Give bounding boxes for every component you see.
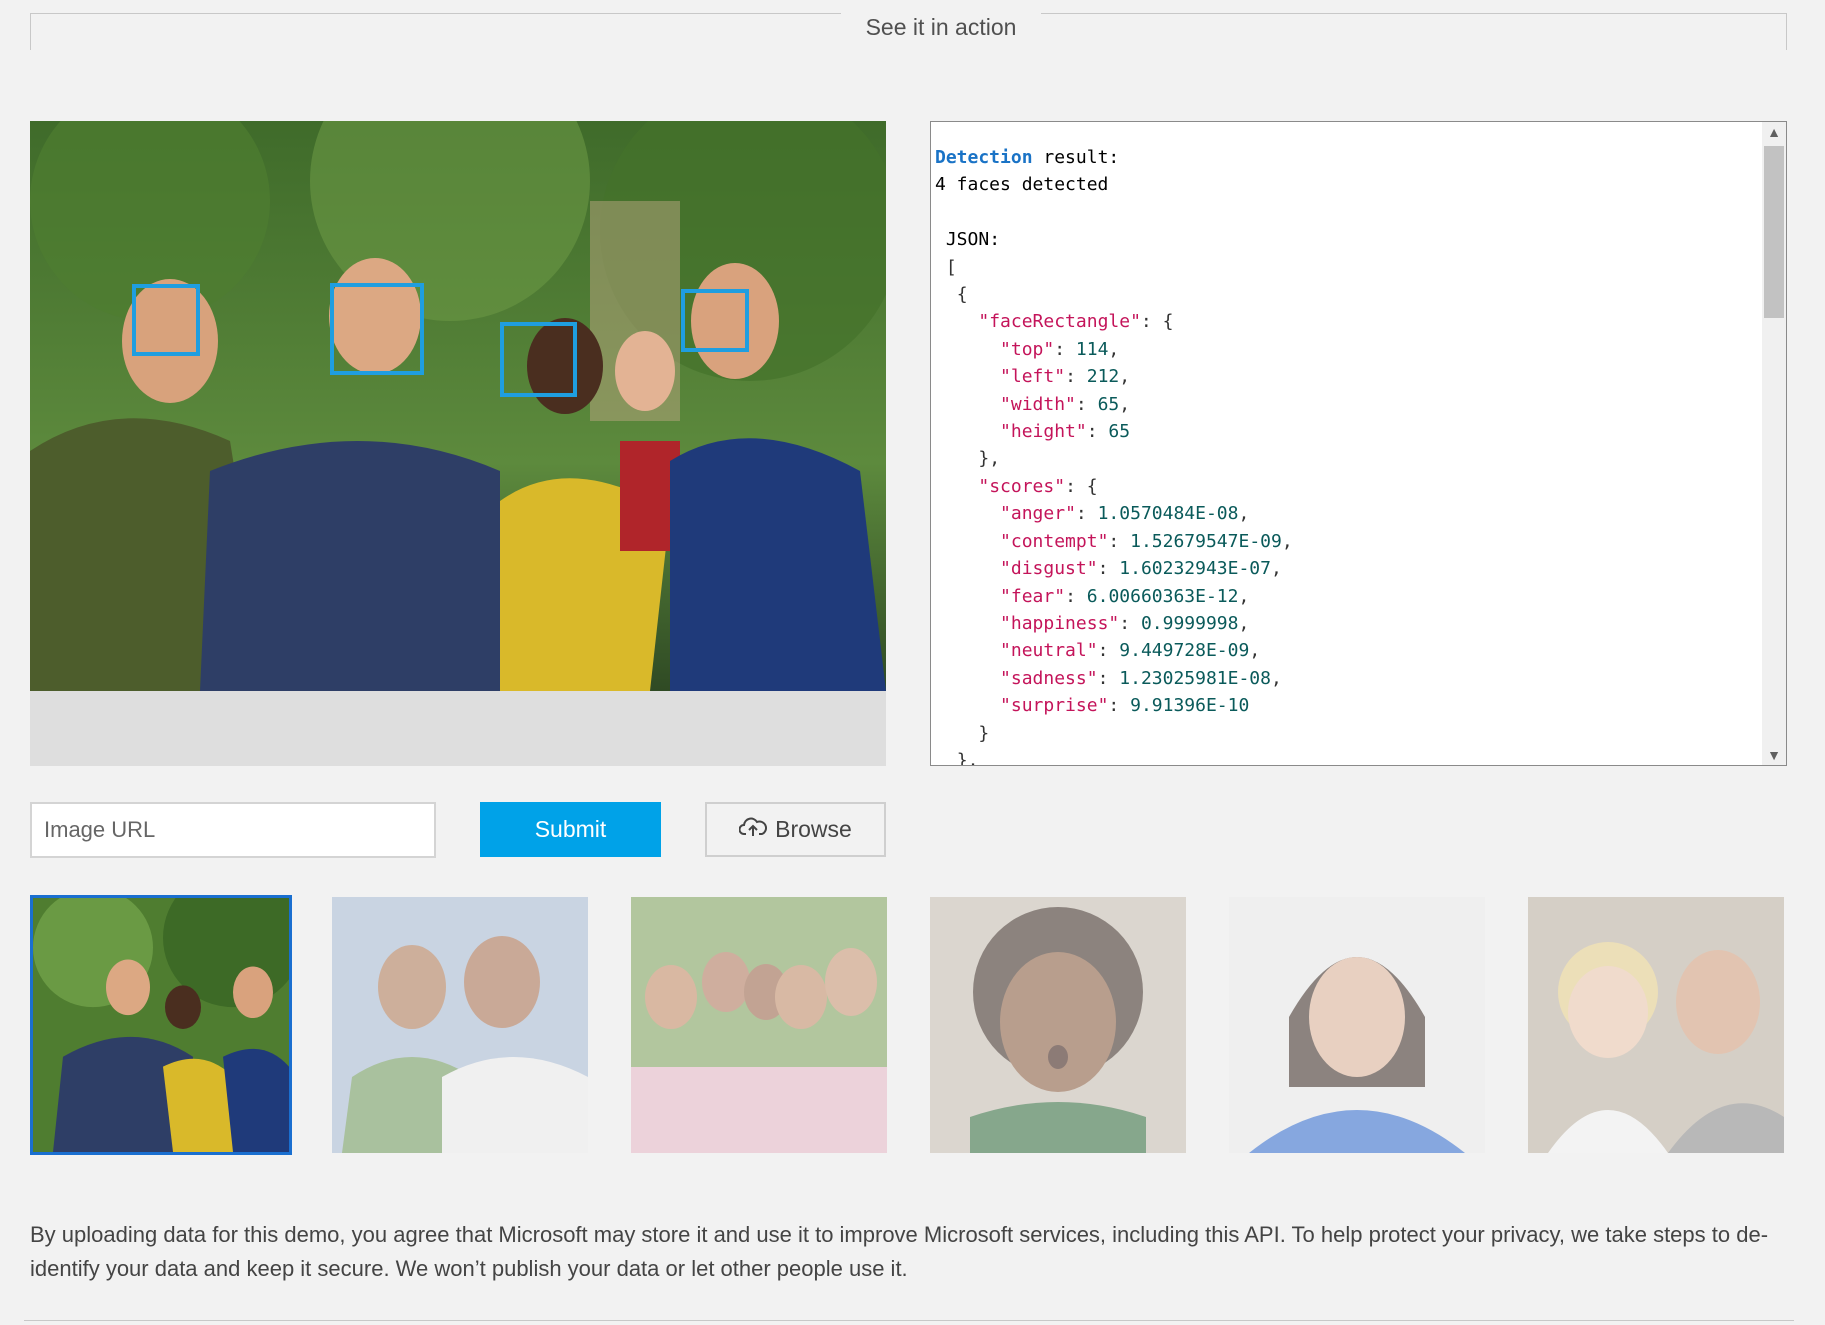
detection-result-panel[interactable]: Detection result: 4 faces detected JSON:… <box>930 121 1787 766</box>
scroll-thumb[interactable] <box>1764 146 1784 318</box>
face-box-2 <box>330 283 424 375</box>
submit-button[interactable]: Submit <box>480 802 661 857</box>
score-value-fear: 6.00660363E-12 <box>1086 585 1239 607</box>
score-value-happiness: 0.9999998 <box>1140 612 1239 634</box>
score-value-neutral: 9.449728E-09 <box>1119 640 1250 662</box>
json-label: JSON: <box>945 229 1001 251</box>
main-image-area <box>30 121 886 766</box>
score-key-disgust: disgust <box>1010 558 1087 580</box>
detection-heading: result: <box>1032 147 1120 168</box>
main-photo <box>30 121 886 691</box>
score-key-surprise: surprise <box>1010 695 1098 717</box>
score-value-contempt: 1.52679547E-09 <box>1130 530 1282 552</box>
face-box-1 <box>132 284 200 356</box>
browse-label: Browse <box>775 816 852 842</box>
image-url-input[interactable] <box>30 802 436 858</box>
score-value-sadness: 1.23025981E-08 <box>1119 667 1271 689</box>
score-key-happiness: happiness <box>1010 612 1109 634</box>
score-key-contempt: contempt <box>1010 530 1098 552</box>
section-title: See it in action <box>841 12 1041 42</box>
privacy-disclaimer: By uploading data for this demo, you agr… <box>30 1222 1769 1281</box>
thumbnail-group-of-friends[interactable] <box>30 895 292 1155</box>
score-value-anger: 1.0570484E-08 <box>1097 503 1239 525</box>
face-box-4 <box>681 289 749 352</box>
browse-button[interactable]: Browse <box>705 802 886 857</box>
face-rect-height: 65 <box>1108 421 1131 443</box>
score-key-fear: fear <box>1010 585 1055 607</box>
score-key-neutral: neutral <box>1010 640 1087 662</box>
cloud-upload-icon <box>738 816 768 844</box>
thumbnail-disgusted-woman[interactable] <box>1229 897 1485 1153</box>
face-rect-left: 212 <box>1086 366 1120 388</box>
score-key-sadness: sadness <box>1010 667 1087 689</box>
score-value-disgust: 1.60232943E-07 <box>1119 558 1271 580</box>
thumbnail-surprised-child[interactable] <box>930 897 1186 1153</box>
thumbnail-older-couple[interactable] <box>332 897 588 1153</box>
face-rect-top: 114 <box>1075 338 1109 360</box>
thumbnail-family[interactable] <box>631 897 887 1153</box>
score-value-surprise: 9.91396E-10 <box>1130 695 1250 717</box>
face-box-3 <box>500 322 577 397</box>
result-scrollbar[interactable]: ▲ ▼ <box>1762 122 1786 765</box>
detection-result-text: Detection result: 4 faces detected JSON:… <box>935 147 1293 766</box>
score-key-anger: anger <box>1010 503 1066 525</box>
bottom-divider <box>24 1320 1794 1321</box>
scroll-down-icon[interactable]: ▼ <box>1762 745 1786 765</box>
face-rect-width: 65 <box>1097 393 1120 415</box>
thumbnail-father-and-baby[interactable] <box>1528 897 1784 1153</box>
section-frame: See it in action <box>30 12 1787 50</box>
faces-detected-summary: 4 faces detected <box>935 174 1109 196</box>
detection-keyword: Detection <box>935 147 1033 168</box>
scroll-up-icon[interactable]: ▲ <box>1762 122 1786 142</box>
